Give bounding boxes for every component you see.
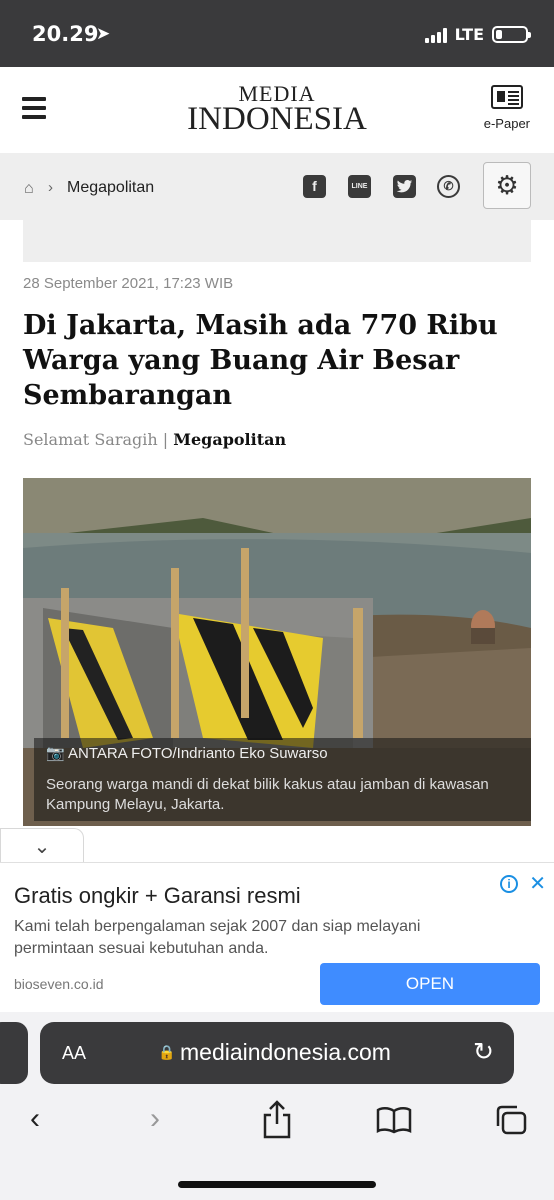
photo-caption-box: 📷 ANTARA FOTO/Indrianto Eko Suwarso Seor… [34,738,531,821]
author-name[interactable]: Selamat Saragih [23,430,158,449]
ad-open-button[interactable]: OPEN [320,963,540,1005]
lock-icon: 🔒 [158,1044,176,1060]
forward-icon[interactable]: › [150,1102,160,1136]
facebook-icon[interactable]: f [303,175,326,198]
newspaper-icon [490,85,523,109]
ad-close-icon[interactable]: ✕ [529,871,546,896]
ad-placeholder [23,220,531,262]
ad-title[interactable]: Gratis ongkir + Garansi resmi [14,883,301,909]
article-byline: Selamat Saragih | Megapolitan [23,430,286,449]
article-date: 28 September 2021, 17:23 WIB [23,275,234,292]
tabs-icon[interactable] [494,1104,528,1136]
ad-banner[interactable]: Gratis ongkir + Garansi resmi Kami telah… [0,862,554,1012]
whatsapp-icon[interactable]: ✆ [437,175,460,198]
site-header: MEDIA INDONESIA e-Paper [0,67,554,153]
previous-tab-stub[interactable] [0,1022,28,1084]
status-time: 20.29 [32,22,99,46]
battery-icon [492,26,531,43]
bookmarks-icon[interactable] [376,1106,412,1134]
text-size-button[interactable]: AA [62,1043,86,1064]
home-icon[interactable]: ⌂ [24,180,34,198]
byline-category[interactable]: Megapolitan [173,430,286,449]
collapse-ad-button[interactable]: ⌄ [0,828,84,864]
byline-separator: | [162,430,169,449]
settings-gear-button[interactable]: ⚙ [483,162,531,209]
url-text[interactable]: mediaindonesia.com [180,1039,391,1066]
network-label: LTE [454,25,484,44]
line-icon[interactable]: LINE [348,175,371,198]
chevron-right-icon: › [48,179,53,196]
logo-line2: INDONESIA [187,101,367,137]
signal-icon [424,27,447,43]
location-arrow-icon: ➤ [96,24,111,43]
article-title: Di Jakarta, Masih ada 770 Ribu Warga yan… [23,310,498,411]
address-bar[interactable]: AA 🔒 mediaindonesia.com ↻ [40,1022,514,1084]
status-right: LTE [424,25,531,44]
photo-credit: ANTARA FOTO/Indrianto Eko Suwarso [68,745,328,762]
back-icon[interactable]: ‹ [30,1102,40,1136]
ad-info-icon[interactable]: i [500,875,518,893]
ad-description: Kami telah berpengalaman sejak 2007 dan … [14,918,421,957]
twitter-icon[interactable] [393,175,416,198]
reload-icon[interactable]: ↻ [473,1037,494,1067]
camera-icon: 📷 [46,745,69,762]
status-bar: 20.29 ➤ LTE [0,0,554,67]
photo-caption: Seorang warga mandi di dekat bilik kakus… [46,776,489,813]
site-logo[interactable]: MEDIA INDONESIA [0,83,554,136]
epaper-button[interactable]: e-Paper [484,85,530,131]
share-icon[interactable] [262,1100,292,1140]
ad-domain: bioseven.co.id [14,976,104,992]
breadcrumb-section[interactable]: Megapolitan [67,179,154,197]
home-indicator [178,1181,376,1188]
breadcrumb-bar: ⌂ › Megapolitan f LINE ✆ ⚙ [0,153,554,220]
epaper-label: e-Paper [483,116,530,131]
browser-toolbar: AA 🔒 mediaindonesia.com ↻ ‹ › [0,1012,554,1200]
